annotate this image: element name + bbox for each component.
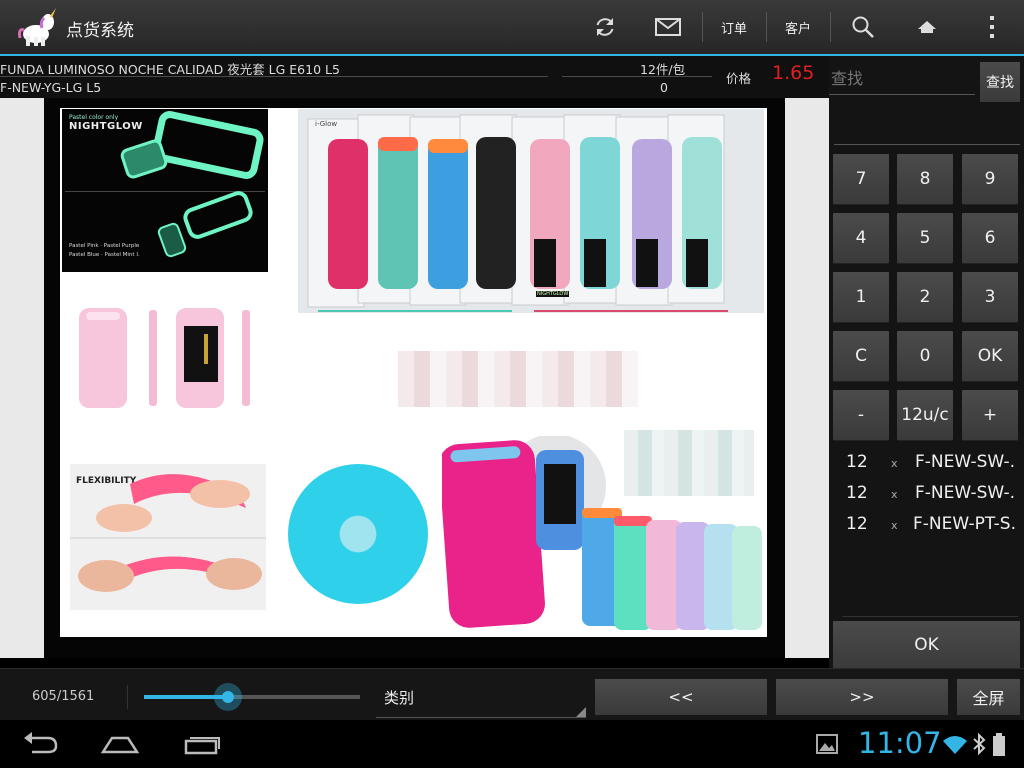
back-button[interactable] xyxy=(20,730,62,758)
slider-thumb-core xyxy=(222,691,235,703)
gallery-notification-icon[interactable] xyxy=(816,734,838,754)
pink-case-views xyxy=(79,308,250,408)
system-navigation-bar: 11:07 xyxy=(0,720,1024,768)
mail-button[interactable] xyxy=(644,0,692,54)
home-icon xyxy=(918,21,936,33)
key-9[interactable]: 9 xyxy=(962,154,1018,204)
recent-apps-button[interactable] xyxy=(182,732,222,756)
fullscreen-button[interactable]: 全屏 xyxy=(957,679,1020,715)
recent-apps-icon xyxy=(184,737,220,755)
price-label: 价格 xyxy=(726,71,752,86)
slider-thumb[interactable] xyxy=(214,683,243,711)
orders-button[interactable]: 订单 xyxy=(706,0,762,54)
app-title: 点货系统 xyxy=(66,21,134,41)
quantity-display xyxy=(834,106,1020,145)
order-code: F-NEW-SW-. xyxy=(914,483,1016,503)
overflow-menu-button[interactable] xyxy=(970,0,1014,54)
divider xyxy=(127,685,128,709)
confirm-ok-button[interactable]: OK xyxy=(833,621,1020,669)
home-button[interactable] xyxy=(904,0,950,54)
order-times: x xyxy=(891,488,898,501)
retail-packages-graphic xyxy=(307,114,728,312)
more-vert-icon xyxy=(990,16,994,38)
order-times: x xyxy=(891,519,898,532)
divider xyxy=(0,76,548,77)
divider xyxy=(562,76,712,77)
refresh-icon xyxy=(596,18,614,36)
retail-packages xyxy=(298,109,764,313)
key-6[interactable]: 6 xyxy=(962,213,1018,263)
flexibility-photo xyxy=(70,474,266,592)
order-item[interactable]: 12 x F-NEW-SW-. xyxy=(846,483,1015,503)
category-label: 类别 xyxy=(384,689,415,707)
order-qty: 12 xyxy=(846,483,868,503)
order-item[interactable]: 12 x F-NEW-SW-. xyxy=(846,452,1015,472)
product-image[interactable]: Pastel color only NIGHTGLOW Pastel Pink … xyxy=(60,108,767,637)
key-8[interactable]: 8 xyxy=(897,154,953,204)
key-ok[interactable]: OK xyxy=(962,331,1018,381)
case-lineup xyxy=(442,436,762,630)
key-2[interactable]: 2 xyxy=(897,272,953,322)
package-label: NIGHTGLOW xyxy=(536,291,570,297)
action-bar: 点货系统 订单 客户 xyxy=(0,0,1024,56)
key-4[interactable]: 4 xyxy=(833,213,889,263)
page-slider[interactable] xyxy=(144,683,360,711)
bluetooth-icon xyxy=(972,732,986,756)
spinner-arrow-icon xyxy=(576,707,586,717)
category-spinner[interactable]: 类别 xyxy=(376,681,586,718)
order-qty: 12 xyxy=(846,452,868,472)
next-button[interactable]: >> xyxy=(776,679,948,715)
home-nav-button[interactable] xyxy=(100,732,140,756)
key-0[interactable]: 0 xyxy=(897,331,953,381)
separator xyxy=(702,12,703,42)
wifi-icon xyxy=(942,734,968,756)
home-nav-icon xyxy=(100,736,140,754)
key-clear[interactable]: C xyxy=(833,331,889,381)
brand-label: i-Glow xyxy=(315,120,338,128)
order-item[interactable]: 12 x F-NEW-PT-S. xyxy=(846,514,1016,534)
battery-icon xyxy=(992,733,1006,757)
search-action-button[interactable] xyxy=(840,0,886,54)
back-icon xyxy=(24,732,58,754)
order-code: F-NEW-SW-. xyxy=(914,452,1016,472)
nightglow-caption-1: Pastel Pink · Pastel Purple xyxy=(69,243,140,249)
order-code: F-NEW-PT-S. xyxy=(912,514,1016,534)
quantity-value: 0 xyxy=(660,80,668,95)
key-minus[interactable]: - xyxy=(833,390,889,440)
key-pack[interactable]: 12u/c xyxy=(897,390,953,440)
product-code: F-NEW-YG-LG L5 xyxy=(0,80,102,95)
key-1[interactable]: 1 xyxy=(833,272,889,322)
nightglow-panel: Pastel color only NIGHTGLOW Pastel Pink … xyxy=(62,109,268,272)
separator xyxy=(766,12,767,42)
product-info-bar: FUNDA LUMINOSO NOCHE CALIDAD 夜光套 LG E610… xyxy=(0,56,829,98)
divider xyxy=(842,616,1018,617)
page-position: 605/1561 xyxy=(32,689,95,704)
pager-bar: 605/1561 类别 << >> 全屏 xyxy=(0,668,1024,721)
prev-button[interactable]: << xyxy=(595,679,767,715)
key-3[interactable]: 3 xyxy=(962,272,1018,322)
redacted-logo xyxy=(288,464,428,604)
mail-icon xyxy=(655,18,681,36)
customers-button[interactable]: 客户 xyxy=(770,0,826,54)
redacted-text-block xyxy=(398,351,638,407)
clock: 11:07 xyxy=(858,726,942,760)
search-button[interactable]: 查找 xyxy=(980,62,1020,102)
refresh-button[interactable] xyxy=(582,0,628,54)
search-input[interactable] xyxy=(829,62,975,95)
nightglow-caption-2: Pastel Blue · Pastel Mint I. xyxy=(69,252,140,258)
key-7[interactable]: 7 xyxy=(833,154,889,204)
key-5[interactable]: 5 xyxy=(897,213,953,263)
order-times: x xyxy=(891,457,898,470)
key-plus[interactable]: + xyxy=(962,390,1018,440)
separator xyxy=(830,12,831,42)
price-value: 1.65 xyxy=(772,62,815,84)
search-icon xyxy=(852,16,874,38)
unicorn-logo-icon xyxy=(16,8,58,48)
order-qty: 12 xyxy=(846,514,868,534)
flexibility-panel: FLEXIBILITY xyxy=(70,464,266,610)
